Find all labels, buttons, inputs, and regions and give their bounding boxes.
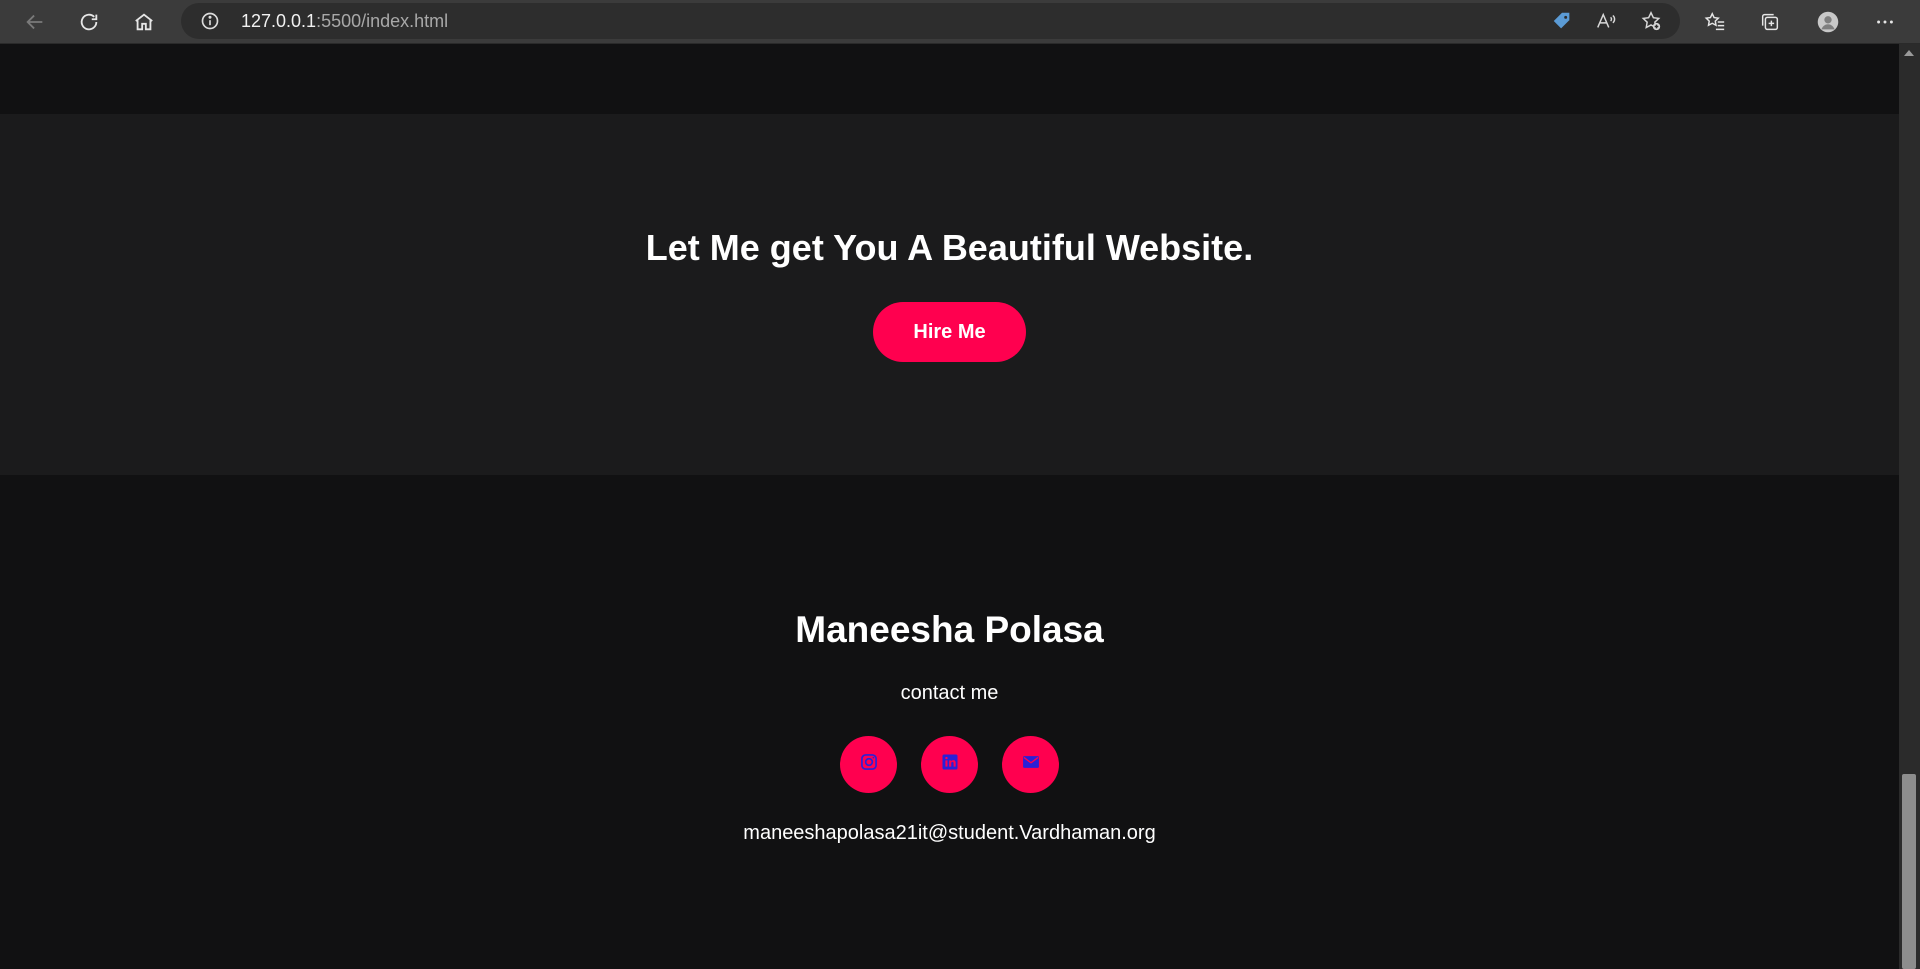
url-path: :5500/index.html xyxy=(316,11,449,31)
url-text: 127.0.0.1:5500/index.html xyxy=(241,12,448,30)
page-scrollbar[interactable] xyxy=(1899,44,1920,969)
scroll-up-arrow-icon[interactable] xyxy=(1904,50,1914,56)
linkedin-icon xyxy=(940,752,960,777)
favorites-icon[interactable] xyxy=(1699,6,1731,38)
browser-toolbar: 127.0.0.1:5500/index.html xyxy=(0,0,1920,44)
instagram-link[interactable] xyxy=(840,736,897,793)
email-link[interactable] xyxy=(1002,736,1059,793)
footer-name: Maneesha Polasa xyxy=(795,609,1104,650)
contact-label: contact me xyxy=(900,682,999,704)
tag-icon[interactable] xyxy=(1550,9,1574,33)
scroll-thumb[interactable] xyxy=(1902,774,1916,969)
read-aloud-icon[interactable] xyxy=(1594,9,1618,33)
hire-me-button[interactable]: Hire Me xyxy=(873,302,1026,362)
home-icon[interactable] xyxy=(128,6,160,38)
info-icon[interactable] xyxy=(200,11,220,31)
more-menu-icon[interactable] xyxy=(1869,6,1901,38)
email-icon xyxy=(1021,752,1041,777)
refresh-icon[interactable] xyxy=(73,6,105,38)
profile-avatar-icon[interactable] xyxy=(1812,6,1844,38)
add-favorite-icon[interactable] xyxy=(1639,9,1663,33)
instagram-icon xyxy=(859,752,879,777)
url-host: 127.0.0.1 xyxy=(241,11,317,31)
hire-title: Let Me get You A Beautiful Website. xyxy=(645,227,1254,268)
hire-section xyxy=(0,114,1899,475)
address-bar[interactable]: 127.0.0.1:5500/index.html xyxy=(181,3,1680,39)
collections-icon[interactable] xyxy=(1754,6,1786,38)
back-arrow-icon[interactable] xyxy=(19,6,51,38)
page-viewport: Let Me get You A Beautiful Website. Hire… xyxy=(0,44,1899,969)
linkedin-link[interactable] xyxy=(921,736,978,793)
email-address: maneeshapolasa21it@student.Vardhaman.org xyxy=(743,822,1156,844)
